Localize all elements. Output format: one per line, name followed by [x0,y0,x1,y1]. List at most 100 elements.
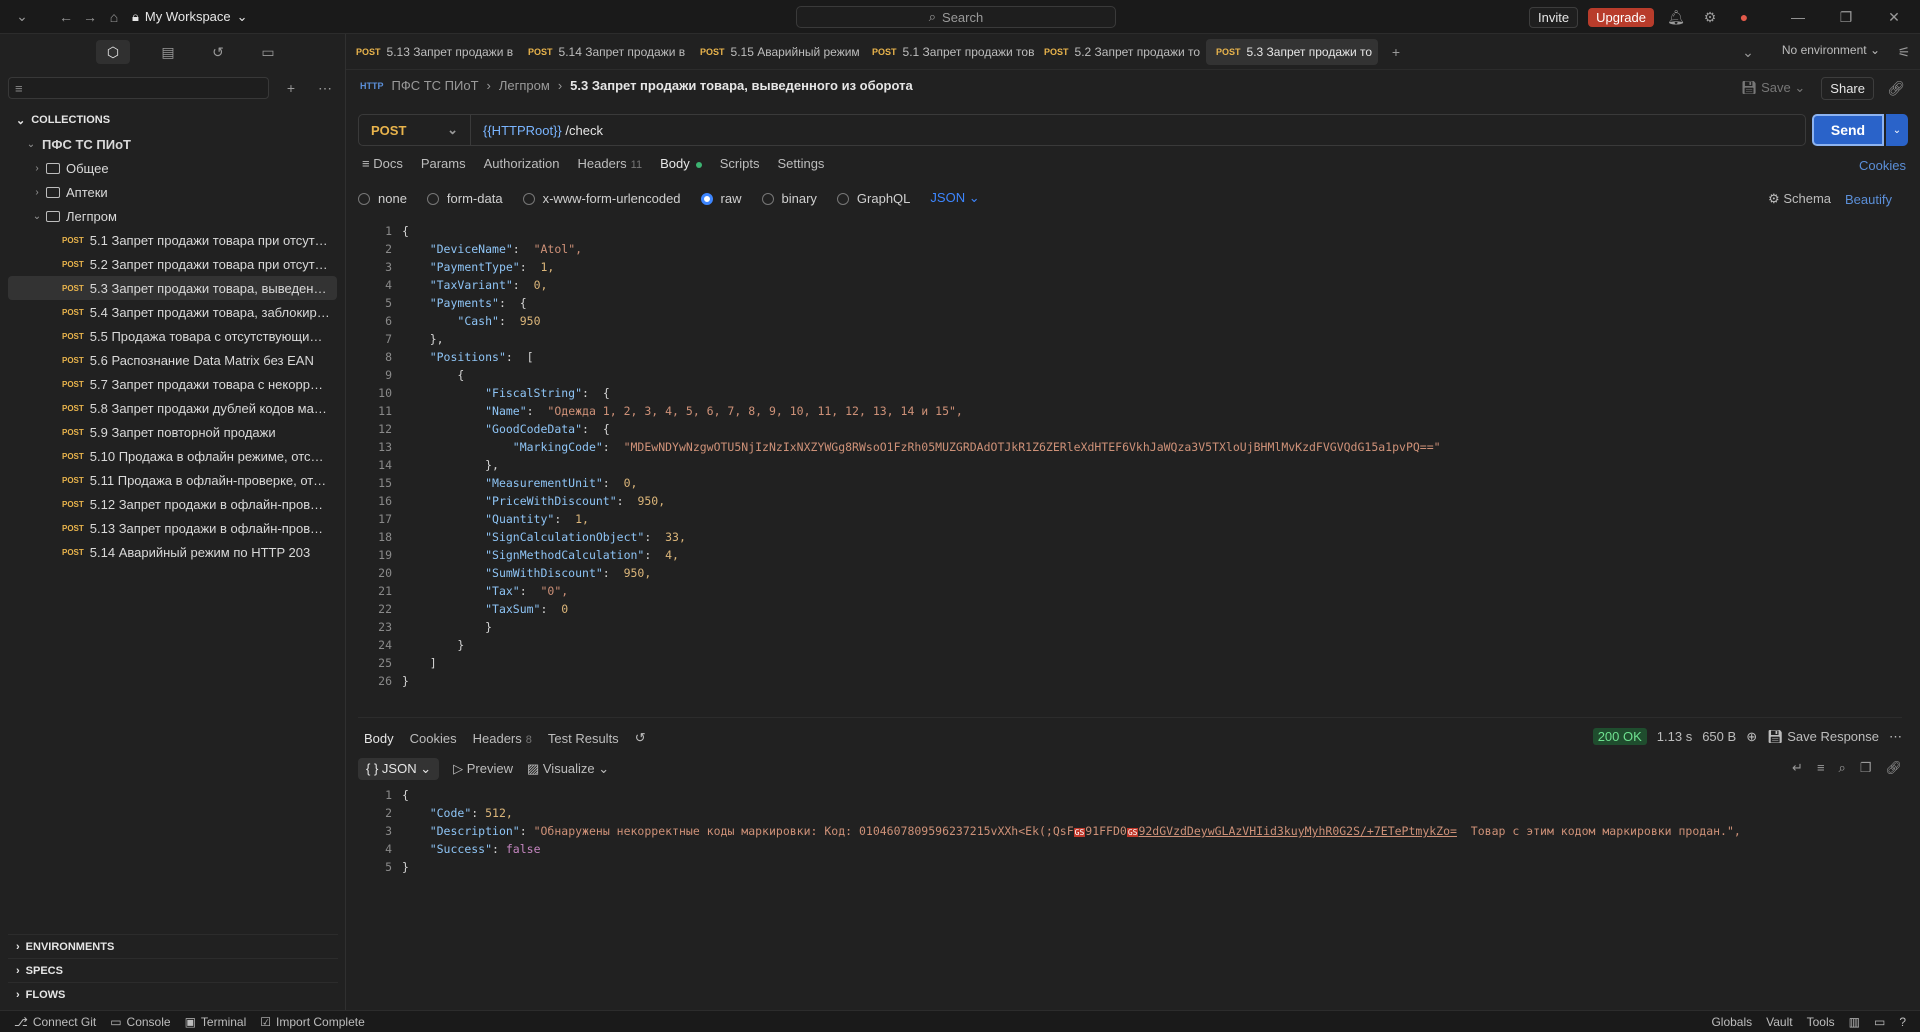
request-item[interactable]: POST 5.14 Аварийный режим по HTTP 203 [8,540,337,564]
send-options-button[interactable]: ⌄ [1886,114,1908,146]
request-item[interactable]: POST 5.7 Запрет продажи товара с некоррек… [8,372,337,396]
cookies-link[interactable]: Cookies [1859,158,1906,173]
upgrade-button[interactable]: Upgrade [1588,7,1654,27]
folder-item-apteki[interactable]: › Аптеки [0,180,345,204]
history-icon[interactable]: ↺ [635,730,646,746]
workspace-switcher[interactable]: 🔒︎ My Workspace ⌄ [132,9,248,25]
tab-scripts[interactable]: Scripts [720,156,760,171]
search-input[interactable]: ⌕ Search [796,6,1116,28]
collection-item[interactable]: ⌄ ПФС ТС ПИоТ [0,132,345,156]
environments-section[interactable]: › ENVIRONMENTS [8,934,338,958]
request-item[interactable]: POST 5.10 Продажа в офлайн режиме, отсутс… [8,444,337,468]
chevron-down-icon[interactable]: ⌄ [1736,40,1760,64]
request-tab[interactable]: POST 5.13 Запрет продажи в [346,39,518,65]
filter-icon[interactable]: ≡ [1817,760,1825,776]
folder-item-obshchee[interactable]: › Общее [0,156,345,180]
request-item[interactable]: POST 5.13 Запрет продажи в офлайн-проверк… [8,516,337,540]
wrap-icon[interactable]: ↵ [1792,760,1803,776]
import-status[interactable]: ☑ Import Complete [260,1015,364,1029]
radio-binary[interactable]: binary [761,191,817,206]
help-icon[interactable]: ? [1899,1015,1906,1029]
radio-raw[interactable]: raw [700,191,742,206]
sliders-icon[interactable]: ⚟ [1892,40,1916,64]
request-tab[interactable]: POST 5.1 Запрет продажи тов [862,39,1034,65]
tab-response-body[interactable]: Body [364,731,394,746]
page-title[interactable]: 5.3 Запрет продажи товара, выведенного и… [570,78,913,93]
status-badge[interactable]: 200 OK [1592,728,1647,745]
request-item[interactable]: POST 5.12 Запрет продажи в офлайн-проверк… [8,492,337,516]
home-icon[interactable]: ⌂ [102,5,126,29]
close-icon[interactable]: ✕ [1882,5,1906,29]
environments-icon[interactable]: ▤ [156,40,180,64]
more-icon[interactable]: ⋯ [1889,729,1902,745]
tab-params[interactable]: Params [421,156,466,171]
link-icon[interactable]: 🔗︎ [1885,760,1902,776]
chevron-down-icon[interactable]: ⌄ [10,5,34,29]
bell-icon[interactable]: 🔔︎ [1664,5,1688,29]
link-icon[interactable]: 🔗︎ [1884,76,1908,100]
copy-icon[interactable]: ❐ [1860,760,1872,776]
request-item-active[interactable]: POST 5.3 Запрет продажи товара, выведенно… [8,276,337,300]
request-item[interactable]: POST 5.11 Продажа в офлайн-проверке, отсу… [8,468,337,492]
breadcrumb-folder[interactable]: Легпром [499,78,550,93]
layout-icon[interactable]: ▥ [1849,1015,1860,1029]
connect-git-button[interactable]: ⎇ Connect Git [14,1015,96,1029]
save-button[interactable]: 💾︎ Save ⌄ [1735,78,1811,98]
tab-body[interactable]: Body [660,156,702,171]
url-input[interactable]: {{HTTPRoot}} /check [471,123,603,138]
request-item[interactable]: POST 5.6 Распознание Data Matrix без EAN [8,348,337,372]
terminal-button[interactable]: ▣ Terminal [185,1015,247,1029]
console-button[interactable]: ▭ Console [110,1015,170,1029]
globe-icon[interactable]: ⊕ [1746,729,1757,745]
tab-test-results[interactable]: Test Results [548,731,619,746]
tab-settings[interactable]: Settings [777,156,824,171]
request-tab[interactable]: POST 5.2 Запрет продажи то [1034,39,1206,65]
beautify-button[interactable]: Beautify [1845,192,1892,207]
request-item[interactable]: POST 5.5 Продажа товара с отсутствующими … [8,324,337,348]
back-arrow-icon[interactable]: ← [54,5,78,29]
request-item[interactable]: POST 5.9 Запрет повторной продажи [8,420,337,444]
tools-button[interactable]: Tools [1807,1015,1835,1029]
invite-button[interactable]: Invite [1529,6,1579,28]
radio-none[interactable]: none [358,191,407,206]
more-icon[interactable]: ⋯ [313,76,337,100]
forward-arrow-icon[interactable]: → [78,5,102,29]
add-tab-icon[interactable]: + [1384,40,1408,64]
tab-authorization[interactable]: Authorization [484,156,560,171]
collections-icon[interactable]: ⬡ [96,40,130,64]
avatar[interactable]: ● [1732,5,1756,29]
vault-button[interactable]: Vault [1766,1015,1792,1029]
request-body-editor[interactable]: 1{2 "DeviceName": "Atol", 3 "PaymentType"… [358,222,1902,718]
globals-button[interactable]: Globals [1711,1015,1752,1029]
tab-response-headers[interactable]: Headers 8 [473,731,532,746]
environment-select[interactable]: No environment ⌄ [1782,43,1880,57]
add-icon[interactable]: + [279,76,303,100]
request-tab-active[interactable]: POST 5.3 Запрет продажи то [1206,38,1378,65]
visualize-button[interactable]: ▨ Visualize ⌄ [527,761,609,777]
radio-graphql[interactable]: GraphQL [836,191,910,206]
breadcrumb-collection[interactable]: ПФС ТС ПИоТ [392,78,479,93]
flows-section[interactable]: › FLOWS [8,982,338,1006]
tab-headers[interactable]: Headers 11 [578,156,643,171]
request-item[interactable]: POST 5.8 Запрет продажи дублей кодов марк… [8,396,337,420]
history-icon[interactable]: ↺ [206,40,230,64]
radio-form-data[interactable]: form-data [426,191,503,206]
radio-urlencoded[interactable]: x-www-form-urlencoded [522,191,681,206]
request-item[interactable]: POST 5.1 Запрет продажи товара при отсутс… [8,228,337,252]
request-tab[interactable]: POST 5.15 Аварийный режим [690,39,862,65]
schema-button[interactable]: ⚙ Schema [1768,191,1831,207]
specs-section[interactable]: › SPECS [8,958,338,982]
method-select[interactable]: POST ⌄ [359,115,471,145]
folder-icon[interactable]: ▭ [256,40,280,64]
response-format-select[interactable]: { } JSON ⌄ [358,758,440,780]
request-tab[interactable]: POST 5.14 Запрет продажи в [518,39,690,65]
tab-docs[interactable]: ≡ Docs [362,156,403,171]
response-body-viewer[interactable]: 1 { 2 "Code": 512, 3 "Description": "Обна… [358,786,1902,886]
tab-response-cookies[interactable]: Cookies [410,731,457,746]
body-format-select[interactable]: JSON ⌄ [930,190,979,206]
filter-input[interactable]: ≡ [8,77,269,99]
gear-icon[interactable]: ⚙ [1698,5,1722,29]
preview-button[interactable]: ▷ Preview [453,761,513,777]
minimize-icon[interactable]: — [1786,5,1810,29]
request-item[interactable]: POST 5.2 Запрет продажи товара при отсутс… [8,252,337,276]
